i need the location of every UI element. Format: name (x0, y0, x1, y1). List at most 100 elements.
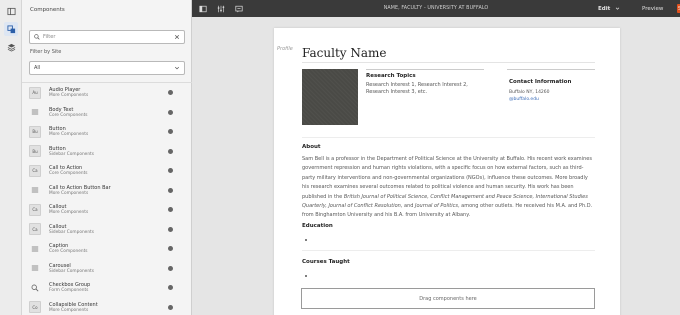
divider (302, 250, 595, 251)
component-item[interactable]: Caption Core Components (22, 239, 192, 259)
component-tile (29, 243, 41, 255)
info-icon[interactable] (168, 109, 173, 115)
about-heading[interactable]: About (302, 144, 321, 150)
component-item[interactable]: Bu Button More Components (22, 122, 192, 142)
info-icon[interactable] (168, 90, 173, 96)
education-heading[interactable]: Education (302, 223, 333, 229)
layers-icon (7, 43, 15, 52)
component-group: Sidebar Components (49, 229, 94, 235)
component-item[interactable]: Call to Action Button Bar More Components (22, 181, 192, 201)
components-button[interactable] (4, 22, 18, 36)
info-icon[interactable] (168, 304, 173, 310)
component-group: More Components (49, 307, 89, 313)
contact-email-link[interactable]: @buffalo.edu (509, 97, 539, 102)
component-text: Collapsible Content More Components (49, 302, 168, 314)
component-group: Sidebar Components (49, 151, 94, 157)
info-icon[interactable] (168, 226, 173, 232)
info-icon[interactable] (168, 246, 173, 252)
divider (302, 62, 595, 63)
component-group: More Components (49, 93, 89, 98)
component-item[interactable]: Ca Callout More Components (22, 200, 192, 220)
profile-tag: Profile (277, 46, 293, 52)
info-icon[interactable] (168, 207, 173, 213)
mode-select[interactable]: Edit (598, 0, 620, 17)
component-tile: Ca (29, 223, 41, 236)
info-icon[interactable] (168, 265, 173, 271)
component-text: Callout Sidebar Components (49, 224, 168, 236)
component-item[interactable]: Au Audio Player More Components (22, 83, 192, 103)
component-text: Checkbox Group Form Components (49, 282, 168, 294)
component-tile: Au (29, 86, 41, 99)
text-lines-icon (31, 265, 39, 271)
education-bullet (305, 239, 307, 241)
filter-by-site-label: Filter by Site (30, 49, 62, 55)
component-text: Callout More Components (49, 204, 168, 216)
courses-bullet (305, 275, 307, 277)
research-topics-text[interactable]: Research Interest 1, Research Interest 2… (366, 82, 486, 96)
components-list: Au Audio Player More Components Body Text Co… (22, 82, 192, 315)
component-text: Audio Player More Components (49, 87, 168, 99)
component-tile: Bu (29, 145, 41, 158)
text-lines-icon (31, 109, 39, 115)
component-text: Body Text Core Components (49, 107, 168, 119)
info-icon[interactable] (168, 168, 173, 174)
component-group: Form Components (49, 288, 89, 293)
component-tile: Bu (29, 125, 41, 138)
component-item[interactable]: Checkbox Group Form Components (22, 278, 192, 298)
component-tile (29, 106, 41, 118)
layers-button[interactable] (4, 40, 18, 54)
clear-icon[interactable] (174, 34, 180, 40)
component-text: Call to Action Button Bar More Components (49, 185, 168, 197)
editor-canvas: Profile Faculty Name Research Topics Res… (192, 17, 680, 315)
component-tile (29, 262, 41, 274)
info-icon[interactable] (168, 148, 173, 154)
component-item[interactable]: Body Text Core Components (22, 103, 192, 123)
filter-input[interactable]: Filter (29, 30, 185, 44)
preview-button[interactable]: Preview (642, 0, 663, 17)
panel-title: Components (30, 7, 65, 13)
divider (507, 69, 595, 70)
sidebar-toggle-icon (6, 7, 16, 15)
info-icon[interactable] (168, 129, 173, 135)
divider (366, 69, 484, 70)
text-lines-icon (31, 187, 39, 193)
component-text: Button More Components (49, 126, 168, 138)
components-panel: Components Filter Filter by Site All Au A… (22, 0, 207, 315)
filter-placeholder: Filter (43, 34, 56, 40)
research-topics-heading[interactable]: Research Topics (366, 73, 416, 79)
component-text: Button Sidebar Components (49, 146, 168, 158)
site-select[interactable]: All (29, 61, 185, 75)
text-lines-icon (31, 246, 39, 252)
component-group: More Components (49, 132, 89, 137)
annotations-button[interactable] (232, 0, 246, 17)
faculty-photo[interactable] (302, 69, 358, 125)
drop-zone[interactable]: Drag components here (301, 288, 595, 309)
contact-address[interactable]: Buffalo NY, 14260 (509, 90, 550, 95)
page-properties-button[interactable] (214, 0, 228, 17)
component-tile: Ca (29, 164, 41, 177)
panel-toggle-icon (199, 5, 207, 12)
component-item[interactable]: Ca Callout Sidebar Components (22, 220, 192, 240)
sidebar-toggle-button[interactable] (4, 4, 18, 18)
page-preview: Profile Faculty Name Research Topics Res… (274, 28, 620, 315)
chevron-down-icon (615, 7, 620, 10)
chevron-down-icon (174, 66, 180, 70)
component-group: Core Components (49, 249, 88, 254)
about-text[interactable]: Sam Bell is a professor in the Departmen… (302, 155, 594, 221)
site-select-value: All (34, 65, 41, 71)
annotate-icon (235, 5, 243, 12)
info-icon[interactable] (168, 285, 173, 291)
component-text: Carousel Sidebar Components (49, 263, 168, 275)
component-group: More Components (49, 210, 89, 215)
component-item[interactable]: Bu Button Sidebar Components (22, 142, 192, 162)
toggle-panel-button[interactable] (196, 0, 210, 17)
component-item[interactable]: Co Collapsible Content More Components (22, 298, 192, 315)
component-group: More Components (49, 190, 89, 196)
faculty-name[interactable]: Faculty Name (302, 46, 387, 60)
component-item[interactable]: Ca Call to Action Core Components (22, 161, 192, 181)
info-icon[interactable] (168, 187, 173, 193)
courses-heading[interactable]: Courses Taught (302, 259, 350, 265)
component-item[interactable]: Carousel Sidebar Components (22, 259, 192, 279)
contact-heading[interactable]: Contact Information (509, 79, 571, 85)
component-tile: Co (29, 301, 41, 314)
